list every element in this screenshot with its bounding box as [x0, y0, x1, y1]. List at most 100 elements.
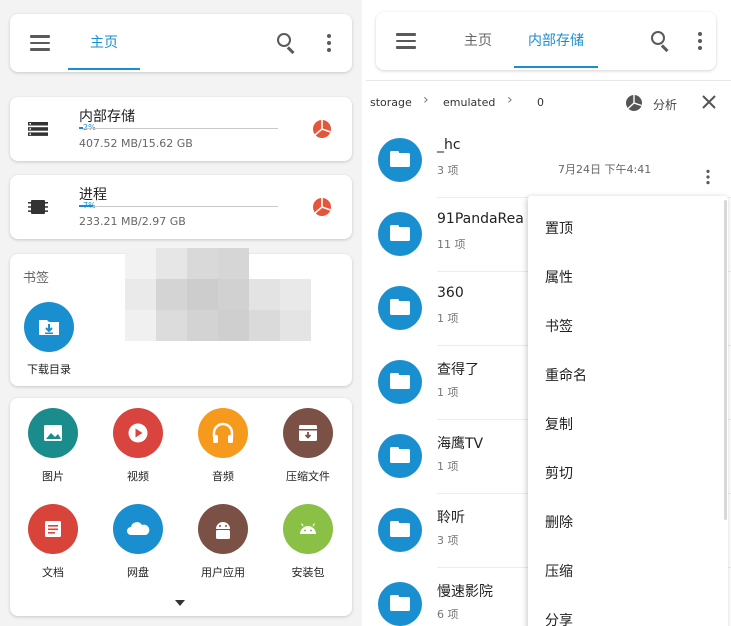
- android-icon: [198, 504, 248, 554]
- category-label: 文档: [42, 566, 64, 579]
- menu-item-bookmark[interactable]: 书签: [545, 316, 573, 336]
- menu-item-cut[interactable]: 剪切: [545, 463, 573, 483]
- chevron-right-icon: ›: [507, 92, 513, 108]
- file-name: 聆听: [437, 510, 465, 526]
- play-icon: [113, 408, 163, 458]
- pie-chart-icon[interactable]: [312, 119, 332, 139]
- folder-icon: [378, 138, 422, 182]
- folder-icon: [378, 212, 422, 256]
- expand-chevron-icon[interactable]: [175, 600, 185, 606]
- bookmark-download-label: 下载目录: [27, 363, 71, 376]
- document-icon: [28, 504, 78, 554]
- menu-item-copy[interactable]: 复制: [545, 414, 573, 434]
- tab-home[interactable]: 主页: [448, 12, 508, 68]
- category-video[interactable]: 视频: [98, 408, 178, 484]
- folder-icon: [378, 582, 422, 626]
- category-label: 视频: [127, 470, 149, 483]
- chevron-right-icon: ›: [423, 92, 429, 108]
- file-count: 1 项: [437, 386, 459, 399]
- more-options-icon[interactable]: [326, 34, 332, 52]
- cloud-icon: [113, 504, 163, 554]
- pie-chart-icon[interactable]: [312, 197, 332, 217]
- home-toolbar: 主页: [10, 14, 352, 72]
- file-count: 3 项: [437, 164, 459, 177]
- storage-card-process[interactable]: 进程 7% 233.21 MB/2.97 GB: [10, 175, 352, 239]
- file-name: 360: [437, 285, 464, 301]
- file-count: 11 项: [437, 238, 466, 251]
- menu-item-pin[interactable]: 置顶: [545, 218, 573, 238]
- pie-chart-icon[interactable]: [625, 94, 643, 112]
- process-usage-bar: [79, 205, 278, 207]
- category-audio[interactable]: 音频: [183, 408, 263, 484]
- chip-icon: [28, 200, 48, 214]
- analyze-button[interactable]: 分析: [653, 96, 677, 113]
- process-detail: 233.21 MB/2.97 GB: [79, 215, 186, 228]
- file-count: 6 项: [437, 608, 459, 621]
- tab-internal-storage[interactable]: 内部存储: [514, 12, 598, 68]
- android-icon: [283, 504, 333, 554]
- image-icon: [28, 408, 78, 458]
- tab-internal-storage-label: 内部存储: [528, 33, 584, 49]
- file-name: 91PandaRea: [437, 211, 524, 227]
- category-documents[interactable]: 文档: [13, 504, 93, 580]
- menu-item-rename[interactable]: 重命名: [545, 365, 587, 385]
- file-date: 7月24日 下午4:41: [558, 163, 652, 176]
- category-label: 安装包: [291, 566, 325, 579]
- storage-detail: 407.52 MB/15.62 GB: [79, 137, 193, 150]
- category-apks[interactable]: 安装包: [268, 504, 348, 580]
- file-count: 1 项: [437, 460, 459, 473]
- tab-home[interactable]: 主页: [68, 14, 140, 70]
- storage-icon: [28, 122, 48, 136]
- hamburger-icon[interactable]: [30, 33, 50, 53]
- folder-toolbar: 主页 内部存储: [376, 12, 716, 70]
- storage-card-internal[interactable]: 内部存储 2% 407.52 MB/15.62 GB: [10, 97, 352, 161]
- active-tab-indicator: [514, 66, 598, 68]
- file-count: 1 项: [437, 312, 459, 325]
- close-icon[interactable]: [702, 95, 716, 109]
- folder-icon: [378, 286, 422, 330]
- file-name: 海鹰TV: [437, 436, 484, 452]
- headphones-icon: [198, 408, 248, 458]
- category-label: 用户应用: [201, 566, 245, 579]
- category-images[interactable]: 图片: [13, 408, 93, 484]
- breadcrumb-0[interactable]: 0: [537, 96, 544, 109]
- categories-card: 图片 视频 音频 压缩文件 文档 网盘 用户应用 安装包: [10, 398, 352, 616]
- search-icon[interactable]: [651, 31, 671, 52]
- context-menu: 置顶 属性 书签 重命名 复制 剪切 删除 压缩 分享: [528, 196, 728, 626]
- file-name: 查得了: [437, 362, 479, 378]
- category-label: 网盘: [127, 566, 149, 579]
- bookmarks-title: 书签: [23, 271, 50, 286]
- category-user-apps[interactable]: 用户应用: [183, 504, 263, 580]
- menu-item-compress[interactable]: 压缩: [545, 561, 573, 581]
- tab-home-label: 主页: [90, 35, 118, 51]
- menu-item-properties[interactable]: 属性: [545, 267, 573, 287]
- file-count: 3 项: [437, 534, 459, 547]
- download-folder-icon: [39, 320, 59, 335]
- more-options-icon[interactable]: [697, 32, 703, 50]
- category-label: 压缩文件: [286, 470, 330, 483]
- bookmark-download-button[interactable]: [24, 302, 74, 352]
- more-options-icon[interactable]: [706, 169, 711, 185]
- scrollbar[interactable]: [724, 200, 727, 520]
- left-screen: 主页 内部存储 2% 407.52 MB/15.62 GB: [0, 0, 362, 626]
- file-row[interactable]: _hc 3 项 7月24日 下午4:41: [366, 124, 731, 198]
- file-name: _hc: [437, 137, 461, 153]
- menu-item-share[interactable]: 分享: [545, 610, 573, 626]
- storage-usage-bar: [79, 127, 278, 129]
- category-label: 图片: [42, 470, 64, 483]
- category-cloud[interactable]: 网盘: [98, 504, 178, 580]
- folder-icon: [378, 508, 422, 552]
- folder-icon: [378, 360, 422, 404]
- category-label: 音频: [212, 470, 234, 483]
- category-archives[interactable]: 压缩文件: [268, 408, 348, 484]
- menu-item-delete[interactable]: 删除: [545, 512, 573, 532]
- archive-icon: [283, 408, 333, 458]
- breadcrumb-storage[interactable]: storage: [370, 96, 412, 109]
- hamburger-icon[interactable]: [396, 31, 416, 51]
- folder-icon: [378, 434, 422, 478]
- tab-home-label: 主页: [464, 33, 492, 49]
- search-icon[interactable]: [277, 33, 297, 54]
- right-screen: 主页 内部存储 storage › emulated › 0 分析 _hc 3 …: [366, 0, 731, 626]
- blurred-region: [125, 248, 311, 342]
- breadcrumb-emulated[interactable]: emulated: [443, 96, 495, 109]
